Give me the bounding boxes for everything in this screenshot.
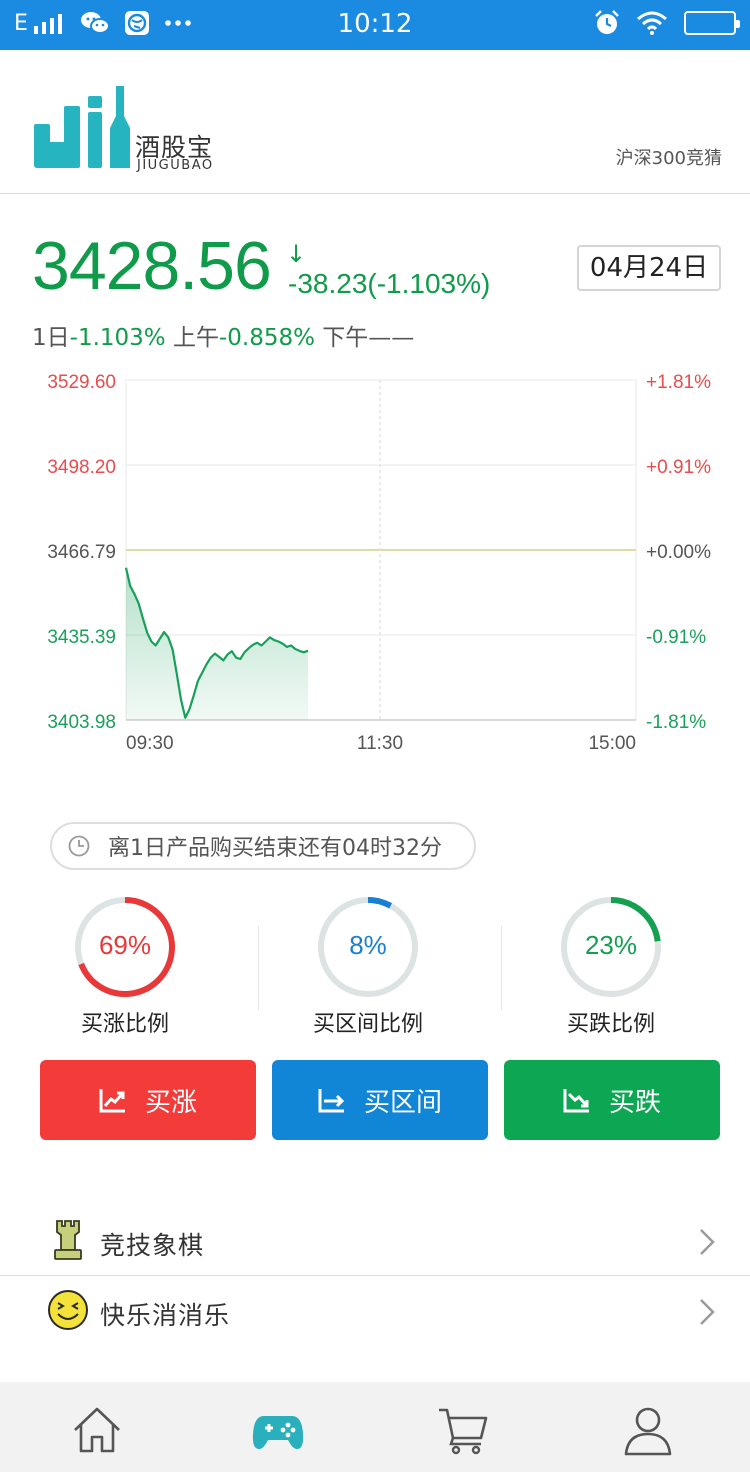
tab-cart[interactable]	[369, 1382, 556, 1472]
tab-profile[interactable]	[554, 1382, 741, 1472]
ratio-rings: 69% 买涨比例 8% 买区间比例 23% 买跌比例	[0, 890, 750, 1040]
alarm-icon	[595, 10, 619, 34]
am-label: 上午	[172, 325, 219, 351]
bottom-tab-bar	[0, 1382, 750, 1472]
chevron-right-icon	[700, 1299, 715, 1325]
y-tick-right: -1.81%	[646, 712, 706, 733]
price-change: -38.23(-1.103%)	[288, 268, 491, 299]
ratio-buy-down: 23% 买跌比例	[486, 890, 736, 1040]
day-label: 1日	[32, 325, 70, 351]
y-tick-right: +1.81%	[646, 372, 711, 393]
y-tick-left: 3466.79	[47, 542, 116, 563]
down-arrow-icon: ↓	[286, 240, 307, 268]
chess-rook-icon	[54, 1220, 82, 1260]
y-tick-left: 3435.39	[47, 627, 116, 648]
index-price: 3428.56	[32, 228, 272, 304]
intraday-chart[interactable]: 3529.60 +1.81% 3498.20 +0.91% 3466.79 +0.00% 3…	[0, 360, 750, 760]
ratio-buy-up: 69% 买涨比例	[0, 890, 250, 1040]
buy-down-label: 买跌	[608, 1087, 661, 1118]
y-tick-left: 3498.20	[47, 457, 116, 478]
ratio-buy-up-label: 买涨比例	[80, 1012, 169, 1037]
countdown-text: 离1日产品购买结束还有04时32分	[108, 836, 442, 861]
buy-up-button[interactable]: 买涨	[40, 1060, 256, 1140]
date-selector[interactable]: 04月24日	[577, 245, 721, 291]
home-icon	[74, 1407, 120, 1453]
x-tick: 15:00	[588, 733, 636, 754]
buy-range-label: 买区间	[363, 1087, 442, 1118]
ratio-buy-range-label: 买区间比例	[312, 1012, 423, 1037]
ratio-buy-range: 8% 买区间比例	[243, 890, 493, 1040]
ratio-buy-down-value: 23%	[584, 930, 638, 960]
cart-icon	[439, 1408, 488, 1455]
hs300-guess-link[interactable]: 沪深300竞猜	[616, 144, 722, 170]
buy-down-button[interactable]: 买跌	[504, 1060, 720, 1140]
tab-games[interactable]	[184, 1382, 371, 1472]
y-tick-left: 3403.98	[47, 712, 116, 733]
y-tick-right: +0.00%	[646, 542, 711, 563]
clock-icon	[68, 835, 90, 857]
list-label-chess: 竞技象棋	[100, 1231, 205, 1260]
trend-up-icon	[99, 1089, 125, 1113]
wifi-icon	[637, 11, 667, 35]
trend-flat-icon	[318, 1089, 345, 1113]
smiley-icon	[48, 1290, 88, 1330]
ratio-buy-range-value: 8%	[349, 930, 387, 960]
battery-icon	[684, 11, 740, 35]
day-change: -1.103%	[69, 325, 166, 351]
pm-label: 下午	[322, 325, 369, 351]
list-item-chess[interactable]: 竞技象棋	[0, 1206, 750, 1276]
am-change: -0.858%	[218, 325, 315, 351]
y-tick-right: +0.91%	[646, 457, 711, 478]
status-bar: E 10:12	[0, 0, 750, 50]
period-summary: 1日-1.103% 上午-0.858% 下午——	[32, 318, 414, 352]
y-tick-left: 3529.60	[47, 372, 116, 393]
user-icon	[624, 1407, 672, 1456]
buy-up-label: 买涨	[144, 1087, 197, 1118]
purchase-countdown: 离1日产品购买结束还有04时32分	[50, 822, 476, 870]
y-tick-right: -0.91%	[646, 627, 706, 648]
chevron-right-icon	[700, 1229, 715, 1255]
logo-english-name: JIUGUBAO	[137, 158, 214, 173]
gamepad-icon	[252, 1416, 304, 1450]
list-item-match[interactable]: 快乐消消乐	[0, 1276, 750, 1346]
tab-home[interactable]	[3, 1382, 190, 1472]
list-label-match: 快乐消消乐	[100, 1301, 231, 1330]
app-header: 酒股宝 JIUGUBAO 沪深300竞猜	[0, 50, 750, 194]
pm-change: ——	[368, 325, 415, 351]
x-tick: 11:30	[357, 733, 403, 754]
x-tick: 09:30	[126, 733, 174, 754]
trend-down-icon	[563, 1089, 589, 1113]
buy-range-button[interactable]: 买区间	[272, 1060, 488, 1140]
ratio-buy-up-value: 69%	[98, 930, 152, 960]
ratio-buy-down-label: 买跌比例	[566, 1012, 655, 1037]
status-right	[594, 10, 740, 36]
